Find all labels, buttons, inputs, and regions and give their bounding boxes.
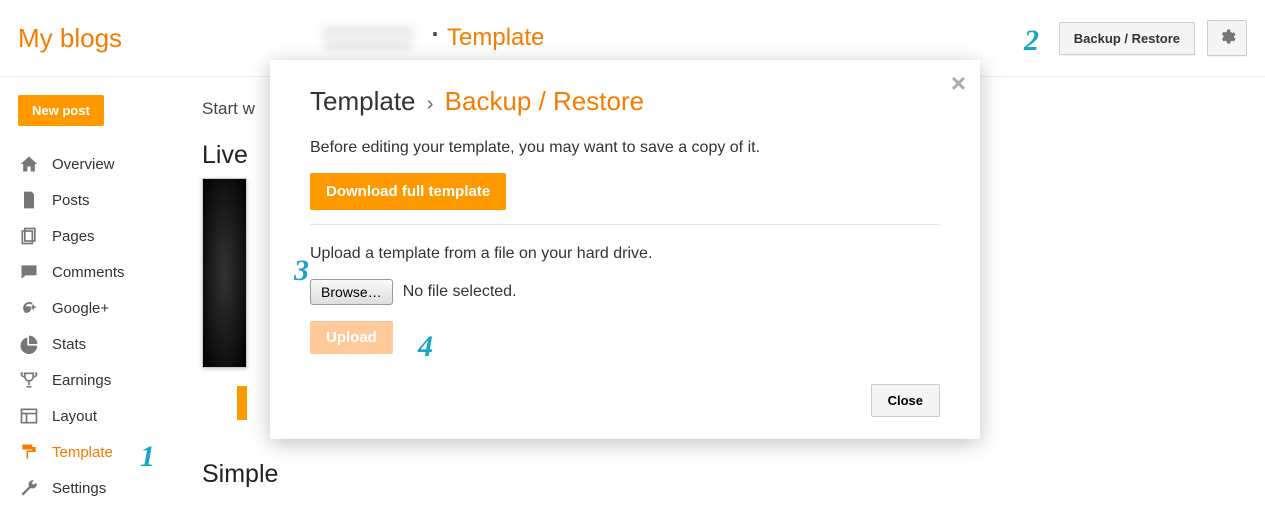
backup-restore-button[interactable]: Backup / Restore <box>1059 22 1195 55</box>
sidebar-item-label: Earnings <box>52 372 111 389</box>
house-icon <box>18 154 40 174</box>
comment-icon <box>18 262 40 282</box>
chevron-right-icon: › <box>427 93 434 115</box>
sidebar-item-stats[interactable]: Stats <box>18 326 202 362</box>
pages-icon <box>18 226 40 246</box>
close-icon: × <box>951 68 966 98</box>
backup-restore-modal: × Template › Backup / Restore Before edi… <box>270 60 980 439</box>
sidebar-item-label: Stats <box>52 336 86 353</box>
brand-title[interactable]: My blogs <box>18 23 203 54</box>
trophy-icon <box>18 370 40 390</box>
document-icon <box>18 190 40 210</box>
upload-instruction-text: Upload a template from a file on your ha… <box>310 245 940 263</box>
sidebar-item-label: Pages <box>52 228 95 245</box>
modal-copy-text: Before editing your template, you may wa… <box>310 139 940 157</box>
sidebar-item-label: Settings <box>52 480 106 497</box>
divider <box>310 224 940 225</box>
layout-icon <box>18 406 40 426</box>
sidebar-item-layout[interactable]: Layout <box>18 398 202 434</box>
sidebar-item-label: Google+ <box>52 300 109 317</box>
sidebar-item-earnings[interactable]: Earnings <box>18 362 202 398</box>
sidebar-item-settings[interactable]: Settings <box>18 470 202 506</box>
modal-title: Template › Backup / Restore <box>310 86 940 117</box>
sidebar-item-pages[interactable]: Pages <box>18 218 202 254</box>
page-name: Template <box>447 24 544 52</box>
piechart-icon <box>18 334 40 354</box>
sidebar-item-label: Overview <box>52 156 115 173</box>
sidebar-item-posts[interactable]: Posts <box>18 182 202 218</box>
sidebar-item-googleplus[interactable]: Google+ <box>18 290 202 326</box>
sidebar-item-label: Template <box>52 444 113 461</box>
settings-button[interactable] <box>1207 20 1247 56</box>
modal-close-button[interactable]: × <box>951 70 966 96</box>
sidebar-item-label: Layout <box>52 408 97 425</box>
live-preview-thumbnail[interactable] <box>202 178 247 368</box>
paintroller-icon <box>18 442 40 462</box>
upload-button[interactable]: Upload <box>310 321 393 354</box>
orange-strip <box>237 386 247 420</box>
modal-close-footer-button[interactable]: Close <box>871 384 940 417</box>
wrench-icon <box>18 478 40 498</box>
gear-icon <box>1218 28 1236 49</box>
sidebar-item-overview[interactable]: Overview <box>18 146 202 182</box>
sidebar-item-template[interactable]: Template <box>18 434 202 470</box>
googleplus-icon <box>18 298 40 318</box>
blog-name-redacted <box>323 27 413 49</box>
browse-button[interactable]: Browse… <box>310 279 393 305</box>
file-selection-status: No file selected. <box>403 283 517 301</box>
sidebar: New post Overview Posts Pages Comments G… <box>0 77 202 506</box>
simple-heading: Simple <box>202 460 1265 489</box>
sidebar-item-label: Comments <box>52 264 125 281</box>
new-post-button[interactable]: New post <box>18 95 104 126</box>
modal-breadcrumb-current: Backup / Restore <box>445 86 644 116</box>
sidebar-item-comments[interactable]: Comments <box>18 254 202 290</box>
download-template-button[interactable]: Download full template <box>310 173 506 210</box>
modal-breadcrumb-root: Template <box>310 86 416 116</box>
sidebar-item-label: Posts <box>52 192 90 209</box>
